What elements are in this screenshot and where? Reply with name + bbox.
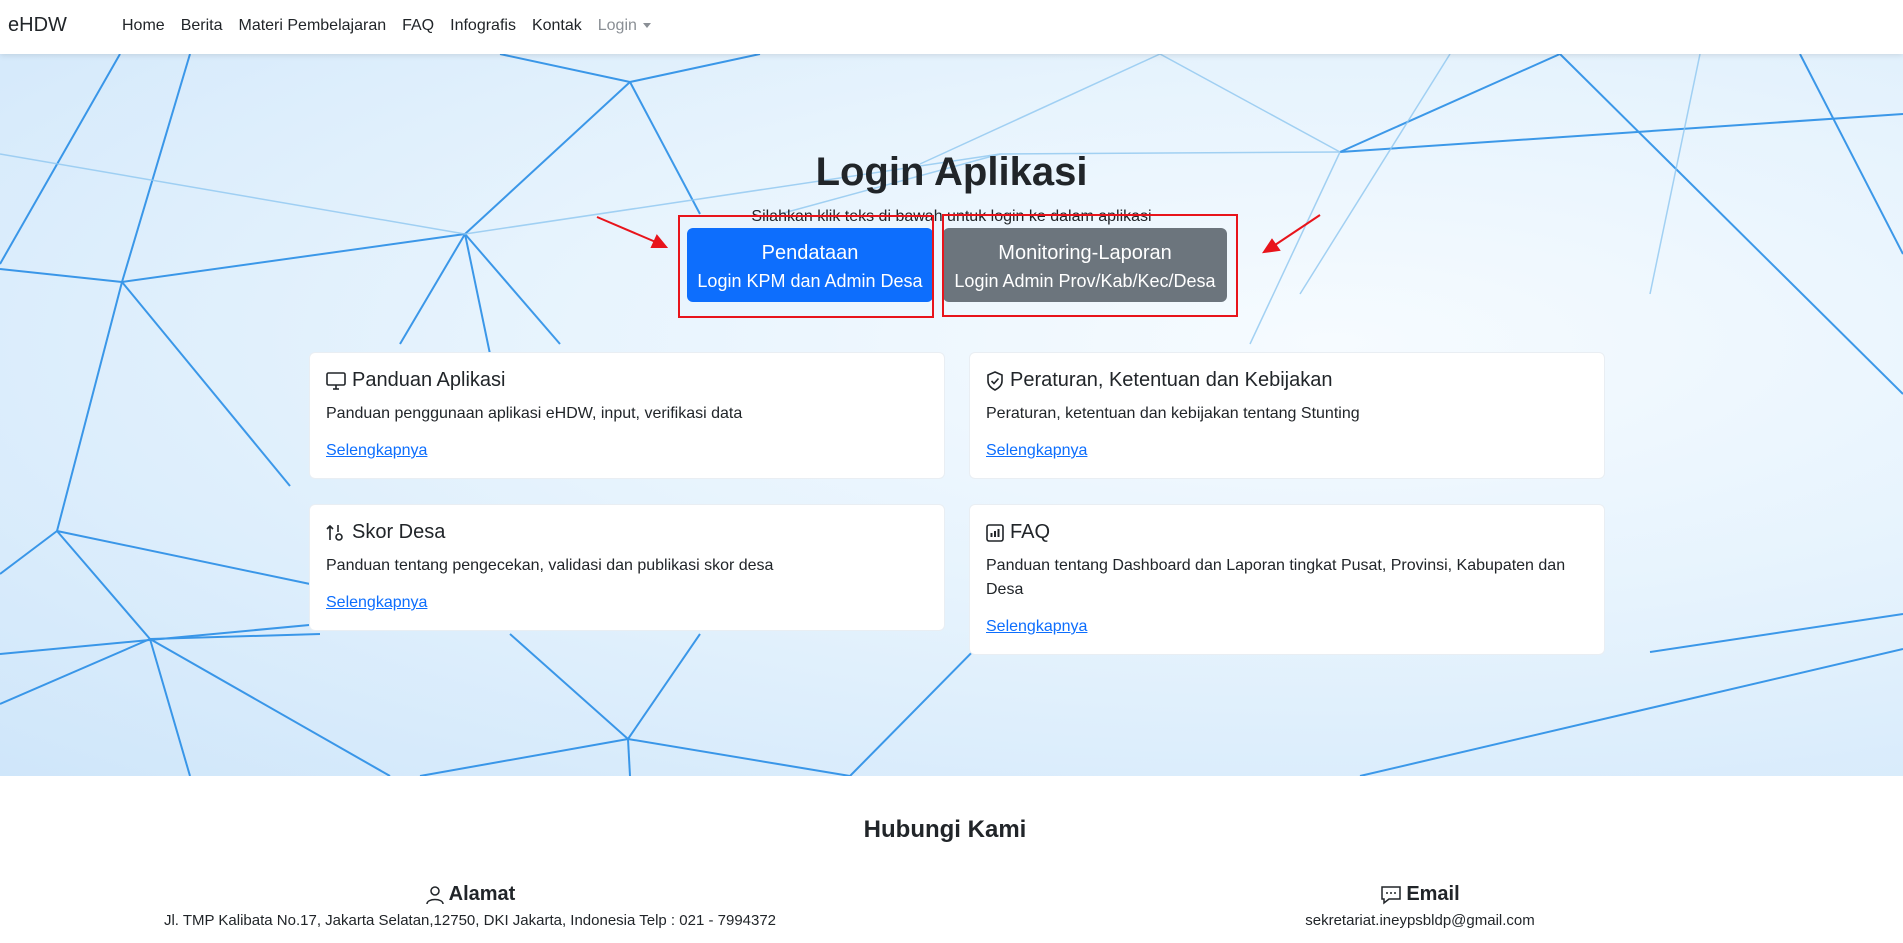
monitor-icon — [326, 371, 346, 390]
chat-icon — [1381, 885, 1402, 905]
email-label: Email — [1406, 883, 1460, 905]
email-text[interactable]: sekretariat.ineypsbldp@gmail.com — [1260, 912, 1580, 929]
contact-title: Hubungi Kami — [863, 816, 1027, 843]
login-label: Login — [597, 17, 637, 34]
nav-kontak[interactable]: Kontak — [532, 17, 582, 35]
card-title: Panduan Aplikasi — [352, 369, 506, 391]
sort-numeric-icon — [326, 524, 343, 541]
nav-login-dropdown[interactable]: Login — [598, 17, 651, 35]
card-faq: FAQ Panduan tentang Dashboard dan Lapora… — [969, 504, 1605, 655]
bar-chart-icon — [986, 523, 1004, 542]
card-title: Peraturan, Ketentuan dan Kebijakan — [1010, 369, 1333, 391]
selengkapnya-link[interactable]: Selengkapnya — [986, 618, 1087, 636]
address-section: Alamat Jl. TMP Kalibata No.17, Jakarta S… — [140, 883, 800, 929]
nav-home[interactable]: Home — [122, 17, 165, 35]
address-text: Jl. TMP Kalibata No.17, Jakarta Selatan,… — [163, 912, 777, 929]
highlight-box-monitoring — [942, 214, 1238, 317]
selengkapnya-link[interactable]: Selengkapnya — [326, 594, 427, 612]
card-panduan-aplikasi: Panduan Aplikasi Panduan penggunaan apli… — [309, 352, 945, 479]
caret-down-icon — [642, 23, 651, 29]
shield-check-icon — [987, 370, 1003, 391]
card-text: Panduan tentang Dashboard dan Laporan ti… — [986, 557, 1566, 598]
card-text: Peraturan, ketentuan dan kebijakan tenta… — [986, 405, 1360, 422]
hero-section: Login Aplikasi Silahkan klik teks di baw… — [0, 54, 1903, 776]
email-section: Email sekretariat.ineypsbldp@gmail.com — [1260, 883, 1580, 929]
address-label: Alamat — [448, 883, 516, 905]
card-text: Panduan tentang pengecekan, validasi dan… — [326, 557, 774, 574]
highlight-box-pendataan — [678, 215, 934, 318]
card-peraturan: Peraturan, Ketentuan dan Kebijakan Perat… — [969, 352, 1605, 479]
card-title: Skor Desa — [352, 521, 446, 543]
page-title: Login Aplikasi — [815, 150, 1088, 194]
nav-materi-pembelajaran[interactable]: Materi Pembelajaran — [238, 17, 386, 35]
brand-logo[interactable]: eHDW — [8, 14, 67, 37]
nav-menu: Home Berita Materi Pembelajaran FAQ Info… — [122, 17, 667, 35]
card-skor-desa: Skor Desa Panduan tentang pengecekan, va… — [309, 504, 945, 631]
card-title: FAQ — [1010, 521, 1051, 543]
selengkapnya-link[interactable]: Selengkapnya — [986, 442, 1087, 460]
nav-infografis[interactable]: Infografis — [450, 17, 516, 35]
card-text: Panduan penggunaan aplikasi eHDW, input,… — [326, 405, 743, 422]
navbar: eHDW Home Berita Materi Pembelajaran FAQ… — [0, 0, 1903, 54]
selengkapnya-link[interactable]: Selengkapnya — [326, 442, 427, 460]
nav-faq[interactable]: FAQ — [402, 17, 434, 35]
nav-berita[interactable]: Berita — [181, 17, 223, 35]
person-icon — [425, 885, 444, 904]
